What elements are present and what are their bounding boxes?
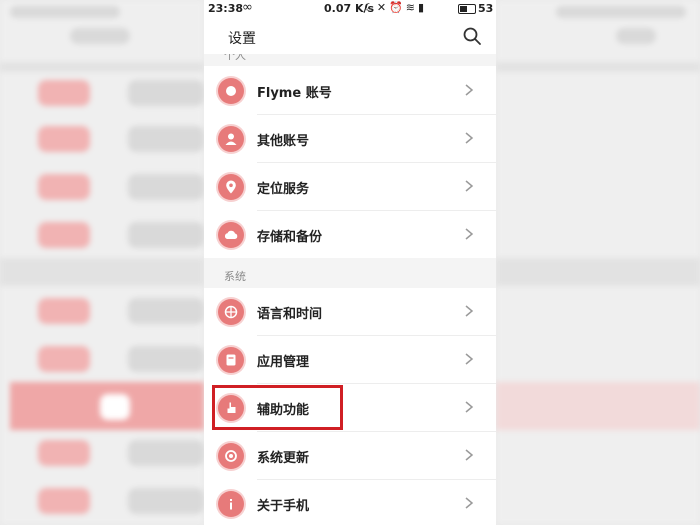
flyme-icon xyxy=(218,78,244,104)
user-icon xyxy=(218,126,244,152)
notification-icon: ☾ xyxy=(364,1,377,14)
section-label-personal: 个人 xyxy=(224,54,246,62)
settings-item-language-time[interactable]: 语言和时间 xyxy=(204,288,496,335)
settings-item-label: 系统更新 xyxy=(257,451,310,466)
settings-item-other-accounts[interactable]: 其他账号 xyxy=(204,115,496,162)
chevron-right-icon xyxy=(465,449,474,461)
highlight-box xyxy=(212,385,343,430)
settings-item-label: 语言和时间 xyxy=(257,307,323,322)
chevron-right-icon xyxy=(465,305,474,317)
battery-level xyxy=(460,6,467,12)
settings-item-app-management[interactable]: 应用管理 xyxy=(204,336,496,383)
settings-item-label: 定位服务 xyxy=(257,182,310,197)
info-icon xyxy=(218,491,244,517)
page-title: 设置 xyxy=(228,31,256,47)
location-pin-icon xyxy=(218,174,244,200)
infinity-icon: ∞ xyxy=(242,0,253,15)
settings-item-label: 其他账号 xyxy=(257,134,310,149)
mute-icon: ✕ xyxy=(376,1,390,14)
section-header-personal: 个人 xyxy=(204,54,496,66)
chevron-right-icon xyxy=(465,84,474,96)
chevron-right-icon xyxy=(465,228,474,240)
chevron-right-icon xyxy=(465,401,474,413)
signal-icon: ▮ xyxy=(418,1,428,14)
status-icons: ☾✕⏰≋▮ xyxy=(364,1,427,14)
cloud-icon xyxy=(218,222,244,248)
section-header-system: 系统 xyxy=(204,258,496,288)
search-icon[interactable] xyxy=(462,26,482,46)
settings-item-label: 应用管理 xyxy=(257,355,310,370)
status-bar: 23:38 ∞ 0.07 K/s ☾✕⏰≋▮ 53 xyxy=(204,0,496,18)
update-icon xyxy=(218,443,244,469)
blurred-background-right xyxy=(496,0,700,525)
status-time: 23:38 xyxy=(208,2,244,15)
battery-icon xyxy=(458,4,476,14)
chevron-right-icon xyxy=(465,180,474,192)
settings-item-label: 存储和备份 xyxy=(257,230,323,245)
settings-item-flyme-account[interactable]: Flyme 账号 xyxy=(204,67,496,114)
settings-screen: 23:38 ∞ 0.07 K/s ☾✕⏰≋▮ 53 设置 个人 Flyme 账号… xyxy=(204,0,496,525)
wifi-icon: ≋ xyxy=(405,1,419,14)
chevron-right-icon xyxy=(465,497,474,509)
title-bar: 设置 xyxy=(204,20,496,54)
settings-item-location-services[interactable]: 定位服务 xyxy=(204,163,496,210)
settings-item-storage-backup[interactable]: 存储和备份 xyxy=(204,211,496,258)
settings-item-about-phone[interactable]: 关于手机 xyxy=(204,480,496,525)
chevron-right-icon xyxy=(465,353,474,365)
battery-percent: 53 xyxy=(478,2,494,15)
app-manage-icon xyxy=(218,347,244,373)
section-label-system: 系统 xyxy=(224,270,246,283)
settings-item-system-update[interactable]: 系统更新 xyxy=(204,432,496,479)
alarm-icon: ⏰ xyxy=(389,1,406,14)
chevron-right-icon xyxy=(465,132,474,144)
settings-item-label: 关于手机 xyxy=(257,499,310,514)
settings-item-label: Flyme 账号 xyxy=(257,86,332,101)
globe-icon xyxy=(218,299,244,325)
blurred-background-left xyxy=(0,0,204,525)
